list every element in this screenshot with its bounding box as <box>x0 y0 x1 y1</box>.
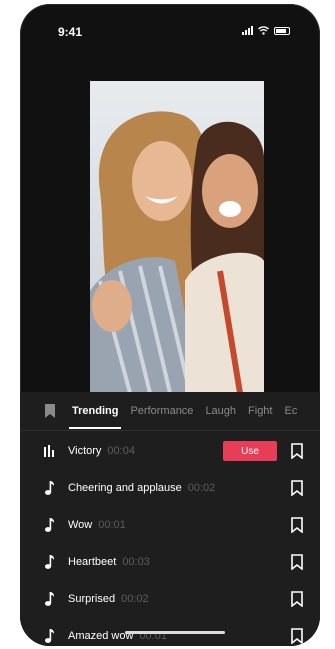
sound-row-surprised[interactable]: Surprised 00:02 <box>20 580 320 617</box>
sound-duration: 00:02 <box>187 481 216 494</box>
sound-row-cheering[interactable]: Cheering and applause 00:02 <box>20 469 320 506</box>
sound-row-heartbeet[interactable]: Heartbeet 00:03 <box>20 543 320 580</box>
tab-performance[interactable]: Performance <box>130 405 193 417</box>
sound-duration: 00:03 <box>122 555 150 568</box>
photo-image <box>90 81 264 393</box>
home-indicator[interactable] <box>125 631 225 634</box>
tab-laugh[interactable]: Laugh <box>205 405 236 417</box>
sound-duration: 00:01 <box>98 518 126 531</box>
sound-row-victory[interactable]: Victory 00:04 Use <box>20 432 320 469</box>
bookmark-icon[interactable] <box>290 443 304 459</box>
signal-icon <box>242 26 253 35</box>
saved-sounds-tab[interactable] <box>42 403 58 419</box>
video-preview[interactable] <box>90 81 264 393</box>
sound-panel: Trending Performance Laugh Fight Ec Vict… <box>20 392 320 646</box>
sound-list: Victory 00:04 Use Cheering and applause … <box>20 432 320 646</box>
sound-title: Cheering and applause <box>68 481 182 494</box>
status-bar: 9:41 <box>20 4 320 48</box>
music-note-icon <box>42 480 58 496</box>
wifi-icon <box>258 26 269 35</box>
phone-screen: 9:41 Trending Performance Laugh Fight Ec… <box>20 4 320 646</box>
sound-title: Victory <box>68 444 102 457</box>
waveform-icon <box>42 443 58 459</box>
sound-duration: 00:04 <box>107 444 135 457</box>
sound-title: Amazed wow <box>68 629 134 642</box>
music-note-icon <box>42 554 58 570</box>
sound-title: Wow <box>68 518 93 531</box>
bookmark-icon[interactable] <box>290 628 304 644</box>
use-button[interactable]: Use <box>223 441 277 461</box>
tab-fight[interactable]: Fight <box>248 405 272 417</box>
sound-title: Heartbeet <box>68 555 117 568</box>
status-icons <box>242 26 290 35</box>
bookmark-icon[interactable] <box>290 591 304 607</box>
sound-row-wow[interactable]: Wow 00:01 <box>20 506 320 543</box>
bookmark-icon[interactable] <box>290 517 304 533</box>
tab-trending[interactable]: Trending <box>68 405 122 429</box>
sound-title: Surprised <box>68 592 116 605</box>
bookmark-icon[interactable] <box>290 480 304 496</box>
bookmark-filled-icon <box>45 404 55 418</box>
status-time: 9:41 <box>58 25 83 39</box>
bookmark-icon[interactable] <box>290 554 304 570</box>
music-note-icon <box>42 591 58 607</box>
music-note-icon <box>42 517 58 533</box>
category-tabs: Trending Performance Laugh Fight Ec <box>20 392 320 431</box>
battery-icon <box>274 26 290 35</box>
tab-ec[interactable]: Ec <box>285 405 298 417</box>
music-note-icon <box>42 628 58 644</box>
sound-duration: 00:02 <box>121 592 149 605</box>
